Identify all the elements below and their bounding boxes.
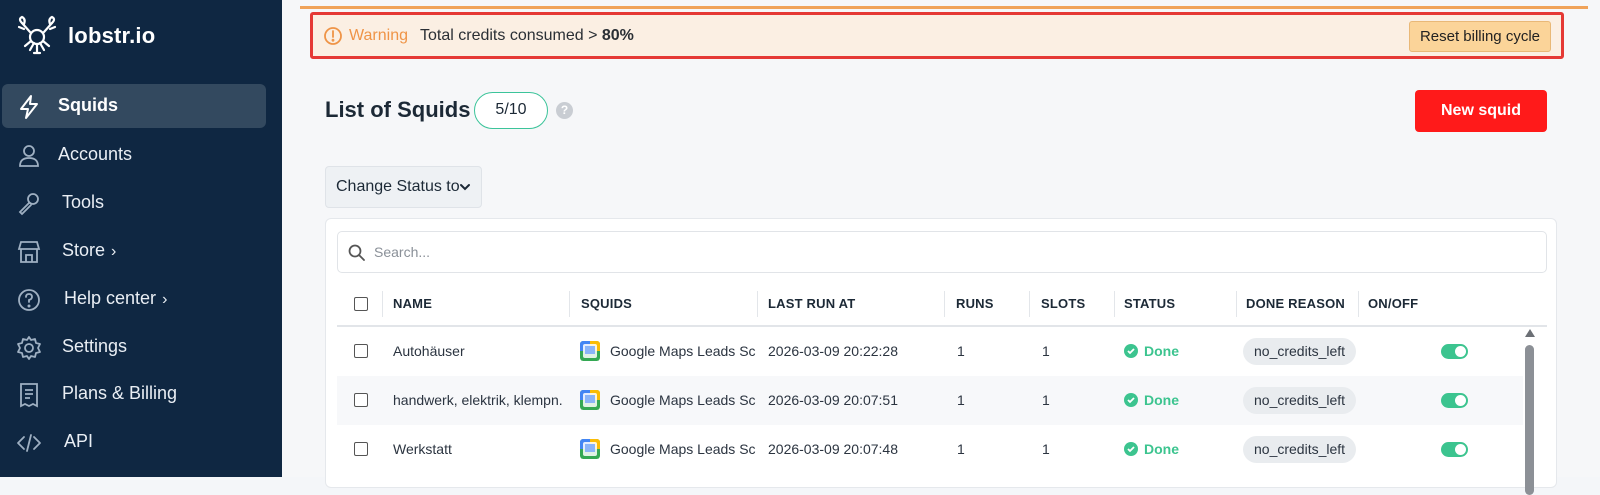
slots-count: 1 — [1042, 343, 1050, 359]
reset-billing-cycle-button[interactable]: Reset billing cycle — [1408, 21, 1551, 52]
help-circle-icon — [18, 289, 40, 311]
squid-type: Google Maps Leads Scraper — [610, 392, 756, 408]
table-row[interactable]: Werkstatt Google Maps Leads Scraper 2026… — [337, 425, 1523, 474]
done-reason-badge: no_credits_left — [1243, 338, 1357, 365]
search-box[interactable] — [337, 231, 1547, 273]
done-reason-badge: no_credits_left — [1243, 436, 1357, 463]
runs-count: 1 — [957, 392, 965, 408]
squid-count-badge: 5/10 — [474, 92, 548, 129]
status-badge: Done — [1124, 343, 1179, 359]
runs-count: 1 — [957, 343, 965, 359]
on-off-toggle[interactable] — [1441, 393, 1468, 408]
main-content: Warning Total credits consumed > 80% Res… — [282, 0, 1600, 495]
sidebar-item-label: API — [64, 431, 94, 451]
sidebar-item-api[interactable]: API — [2, 420, 266, 464]
column-header-on-off[interactable]: ON/OFF — [1368, 296, 1418, 311]
lobster-logo-icon — [17, 15, 57, 55]
warning-message: Total credits consumed > 80% — [420, 27, 634, 44]
check-circle-icon — [1124, 344, 1138, 358]
column-header-runs[interactable]: RUNS — [956, 296, 994, 311]
change-status-dropdown[interactable]: Change Status to — [325, 166, 482, 208]
column-header-last-run-at[interactable]: LAST RUN AT — [768, 296, 855, 311]
page-title: List of Squids — [325, 97, 471, 122]
squid-type: Google Maps Leads Scraper — [610, 441, 756, 457]
sidebar-item-accounts[interactable]: Accounts — [2, 133, 266, 177]
select-all-checkbox[interactable] — [354, 297, 368, 311]
status-badge: Done — [1124, 441, 1179, 457]
top-accent-stripe — [300, 6, 1588, 9]
new-squid-button[interactable]: New squid — [1415, 90, 1547, 132]
chevron-right-icon: › — [162, 291, 168, 308]
google-maps-icon — [580, 341, 600, 361]
brand-logo[interactable]: lobstr.io — [16, 15, 156, 56]
slots-count: 1 — [1042, 441, 1050, 457]
sidebar-item-label: Store › — [62, 240, 117, 260]
squid-type: Google Maps Leads Scraper — [610, 343, 756, 359]
row-checkbox[interactable] — [354, 344, 368, 358]
sidebar-item-settings[interactable]: Settings — [2, 325, 266, 369]
scroll-up-arrow-icon[interactable] — [1525, 329, 1535, 337]
squid-name[interactable]: Autohäuser — [393, 343, 563, 359]
last-run-at: 2026-03-09 20:07:51 — [768, 392, 898, 408]
sidebar-item-label: Settings — [62, 336, 128, 356]
sidebar-item-label: Plans & Billing — [62, 383, 178, 403]
brand-name: lobstr.io — [68, 23, 156, 48]
column-header-squids[interactable]: SQUIDS — [581, 296, 632, 311]
status-badge: Done — [1124, 392, 1179, 408]
sidebar-item-squids[interactable]: Squids — [2, 84, 266, 128]
credits-percent: 80% — [601, 27, 634, 44]
check-circle-icon — [1124, 393, 1138, 407]
sidebar-item-label: Accounts — [58, 144, 133, 164]
google-maps-icon — [580, 439, 600, 459]
row-checkbox[interactable] — [354, 393, 368, 407]
help-question-icon[interactable]: ? — [556, 102, 573, 119]
chevron-down-icon — [460, 184, 470, 191]
last-run-at: 2026-03-09 20:22:28 — [768, 343, 898, 359]
on-off-toggle[interactable] — [1441, 344, 1468, 359]
chevron-right-icon: › — [111, 243, 117, 260]
store-icon — [17, 241, 41, 263]
squid-name[interactable]: handwerk, elektrik, klempn... — [393, 392, 563, 408]
warning-label: Warning — [349, 27, 408, 44]
warning-circle-icon — [324, 27, 342, 45]
google-maps-icon — [580, 390, 600, 410]
sidebar-item-store[interactable]: Store › — [2, 229, 266, 273]
lightning-icon — [20, 95, 38, 119]
row-checkbox[interactable] — [354, 442, 368, 456]
sidebar-item-help-center[interactable]: Help center › — [2, 277, 266, 321]
table-scrollbar[interactable] — [1523, 329, 1535, 495]
slots-count: 1 — [1042, 392, 1050, 408]
table-row[interactable]: handwerk, elektrik, klempn... Google Map… — [337, 376, 1523, 425]
sidebar-item-plans-billing[interactable]: Plans & Billing — [2, 372, 266, 416]
search-icon — [348, 244, 365, 261]
check-circle-icon — [1124, 442, 1138, 456]
gear-icon — [17, 336, 41, 360]
warning-banner: Warning Total credits consumed > 80% Res… — [310, 12, 1564, 59]
sidebar: lobstr.io Squids Accounts Tools Store › H… — [0, 0, 282, 477]
sidebar-item-label: Tools — [62, 192, 105, 212]
code-icon — [17, 434, 41, 452]
receipt-icon — [20, 383, 38, 408]
column-header-name[interactable]: NAME — [393, 296, 432, 311]
scrollbar-thumb[interactable] — [1525, 345, 1534, 495]
on-off-toggle[interactable] — [1441, 442, 1468, 457]
table-row[interactable]: Autohäuser Google Maps Leads Scraper 202… — [337, 327, 1523, 376]
dropdown-label: Change Status to — [336, 178, 460, 195]
wrench-icon — [18, 193, 39, 216]
last-run-at: 2026-03-09 20:07:48 — [768, 441, 898, 457]
squids-table-card: NAME SQUIDS LAST RUN AT RUNS SLOTS STATU… — [325, 218, 1557, 495]
squid-name[interactable]: Werkstatt — [393, 441, 563, 457]
column-header-slots[interactable]: SLOTS — [1041, 296, 1085, 311]
column-header-done-reason[interactable]: DONE REASON — [1246, 296, 1345, 311]
done-reason-badge: no_credits_left — [1243, 387, 1357, 414]
runs-count: 1 — [957, 441, 965, 457]
sidebar-item-tools[interactable]: Tools — [2, 181, 266, 225]
column-header-status[interactable]: STATUS — [1124, 296, 1175, 311]
table-header: NAME SQUIDS LAST RUN AT RUNS SLOTS STATU… — [337, 281, 1547, 327]
sidebar-item-label: Squids — [58, 95, 119, 115]
sidebar-item-label: Help center › — [64, 288, 168, 308]
search-input[interactable] — [374, 240, 1474, 264]
user-icon — [19, 145, 39, 167]
